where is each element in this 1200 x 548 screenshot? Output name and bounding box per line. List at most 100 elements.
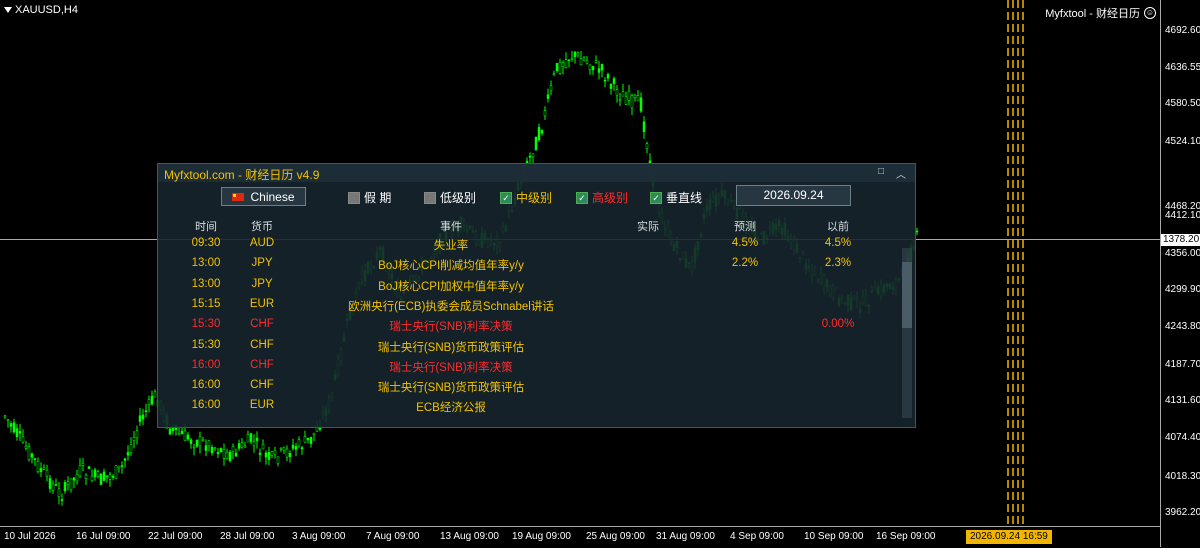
filter-checkbox[interactable]: 假 期 [348,189,391,206]
candle-body [300,447,304,450]
filter-checkbox[interactable]: ✓ 垂直线 [650,189,702,206]
cell-event: 瑞士央行(SNB)利率决策 [389,361,513,374]
checkmark-icon[interactable]: ✓ [650,191,662,204]
candle-body [168,428,172,435]
candle-body [303,436,307,443]
event-row[interactable]: 15:15 EUR 欧洲央行(ECB)执委会成员Schnabel讲话 [158,296,898,316]
language-button[interactable]: Chinese [221,187,306,206]
price-tick-label: 4356.00 [1165,248,1200,259]
candle-body [108,474,112,480]
candle-body [177,433,181,436]
price-tick-label: 4074.40 [1165,432,1200,443]
candle-body [78,465,82,477]
candle-body [258,452,262,455]
candle-body [63,482,67,492]
candle-body [594,60,598,64]
cell-event: BoJ核心CPI削减均值年率y/y [378,260,524,273]
event-row[interactable]: 13:00 JPY BoJ核心CPI削减均值年率y/y 2.2% 2.3% [158,255,898,275]
maximize-icon[interactable]: □ [874,166,888,177]
candle-body [285,448,289,458]
time-tick-label: 25 Aug 09:00 [586,531,645,542]
candle-body [246,434,250,443]
symbol-label[interactable]: XAUUSD,H4 [4,4,78,16]
candle-body [57,488,61,498]
candle-body [630,95,634,109]
candle-body [627,90,631,101]
time-axis[interactable]: 10 Jul 2026 16 Jul 09:00 22 Jul 09:00 28 Ju… [0,526,1160,548]
current-price-label: 1378.20 [1161,234,1200,246]
candle-body [561,62,565,67]
candle-body [153,391,157,398]
candle-body [60,499,64,501]
candle-body [111,475,115,478]
date-field[interactable]: 2026.09.24 [736,185,851,206]
checkbox-icon[interactable] [348,191,360,204]
candle-body [135,430,139,439]
cell-currency: CHF [250,358,274,371]
scrollbar-thumb[interactable] [902,262,912,328]
checkmark-icon[interactable]: ✓ [500,191,512,204]
candle-body [279,448,283,450]
cell-currency: EUR [249,297,275,310]
price-tick-label: 3962.20 [1165,507,1200,518]
economic-calendar-panel[interactable]: Myfxtool.com - 财经日历 v4.9 □ ︿ Chinese 假 期… [157,163,916,428]
candle-body [615,89,619,96]
event-row[interactable]: 13:00 JPY BoJ核心CPI加权中值年率y/y [158,276,898,296]
candle-body [114,465,118,479]
candle-body [288,453,292,458]
candle-body [237,443,241,449]
price-axis[interactable]: 4692.60 4636.55 4580.50 4524.10 4468.20 4412.… [1160,0,1200,547]
candle-body [222,449,226,459]
candle-body [45,470,49,477]
candle-body [573,51,577,57]
time-tick-label: 4 Sep 09:00 [730,531,784,542]
cell-time: 15:30 [191,318,221,331]
event-row[interactable]: 16:00 CHF 瑞士央行(SNB)货币政策评估 [158,377,898,397]
checkbox-icon[interactable] [424,191,436,204]
filter-checkbox[interactable]: 低级别 [424,189,476,206]
candle-body [261,444,265,450]
event-row[interactable]: 15:30 CHF 瑞士央行(SNB)货币政策评估 [158,337,898,357]
candle-body [531,153,535,158]
candle-body [267,452,271,460]
candle-body [33,458,37,460]
candle-body [618,99,622,101]
candle-body [216,452,220,454]
cell-time: 15:15 [191,297,221,310]
chevron-up-icon[interactable]: ︿ [894,166,908,181]
candle-body [582,57,586,61]
candle-body [564,59,568,68]
event-row[interactable]: 16:00 CHF 瑞士央行(SNB)利率决策 [158,357,898,377]
event-row[interactable]: 16:00 EUR ECB经济公报 [158,397,898,417]
candle-body [3,415,7,418]
current-time-label: 2026.09.24 16:59 [966,530,1052,544]
column-header: 实际 [637,221,659,233]
candle-body [24,445,28,449]
event-row[interactable]: 09:30 AUD 失业率 4.5% 4.5% [158,235,898,255]
time-tick-label: 31 Aug 09:00 [656,531,715,542]
candle-body [546,94,550,99]
symbol-text: XAUUSD,H4 [15,4,78,16]
filter-label: 假 期 [364,191,392,205]
cell-previous: 4.5% [824,237,852,249]
price-tick-label: 4636.55 [1165,62,1200,73]
candle-body [120,465,124,467]
filter-checkbox[interactable]: ✓ 中级别 [500,189,552,206]
candle-body [228,451,232,461]
panel-titlebar[interactable]: Myfxtool.com - 财经日历 v4.9 □ ︿ [158,164,915,182]
candle-body [102,471,106,481]
cell-time: 16:00 [191,399,221,412]
column-header: 预测 [734,221,756,233]
candle-body [609,83,613,89]
candle-body [219,447,223,453]
candle-body [84,474,88,479]
checkmark-icon[interactable]: ✓ [576,191,588,204]
candle-body [81,463,85,466]
candle-body [6,419,10,421]
event-row[interactable]: 15:30 CHF 瑞士央行(SNB)利率决策 0.00% [158,316,898,336]
candle-body [189,439,193,444]
candle-body [15,428,19,438]
filter-checkbox[interactable]: ✓ 高级别 [576,189,628,206]
time-tick-label: 10 Sep 09:00 [804,531,864,542]
candle-body [276,456,280,464]
